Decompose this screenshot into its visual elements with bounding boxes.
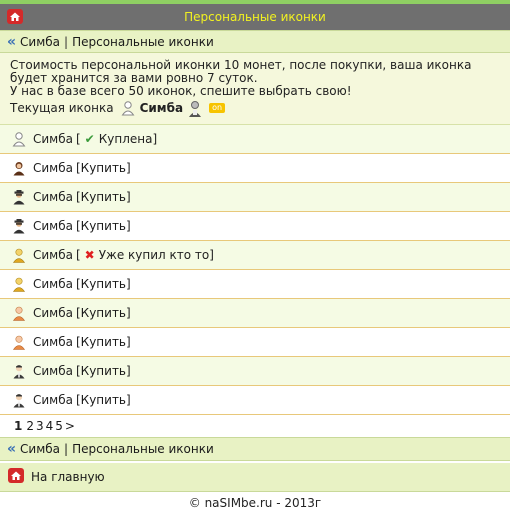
spy-user-icon (11, 189, 27, 205)
icon-list: Симба[✔ Куплена] Симба [Купить] Симба [Купить… (0, 125, 510, 415)
user-name: Симба (33, 306, 73, 320)
buy-link[interactable]: Купить (81, 364, 126, 378)
breadcrumb: « Симба | Персональные иконки (0, 30, 510, 53)
home-nav-item[interactable]: На главную (0, 463, 510, 492)
buy-link[interactable]: Купить (81, 277, 126, 291)
current-icon-line: Текущая иконка Симба on (10, 100, 500, 117)
list-item: Симба[✔ Куплена] (0, 125, 510, 154)
home-icon (7, 467, 25, 487)
info-price-text: Стоимость персональной иконки 10 монет, … (10, 58, 472, 85)
user-name: Симба (33, 190, 73, 204)
orange-user-icon (11, 334, 27, 350)
user-name: Симба (33, 335, 73, 349)
buy-link[interactable]: Купить (81, 190, 126, 204)
status-bracket: [Купить] (75, 393, 131, 407)
breadcrumb-separator: | (64, 34, 69, 49)
home-link[interactable]: На главную (31, 470, 105, 484)
buy-link[interactable]: Купить (81, 306, 126, 320)
orange-user-icon (11, 305, 27, 321)
white-user-icon (120, 100, 136, 116)
user-name: Симба (33, 161, 73, 175)
pager-page-5[interactable]: 5 (55, 419, 63, 433)
user-name: Симба (33, 364, 73, 378)
status-bracket: [Купить] (75, 306, 131, 320)
status-bracket: [✔ Куплена] (75, 132, 158, 146)
buy-link[interactable]: Купить (81, 219, 126, 233)
pagination: 1 2 3 4 5 > (0, 415, 510, 437)
list-item: Симба [Купить] (0, 386, 510, 415)
double-chevron-left-icon[interactable]: « (7, 34, 16, 50)
breadcrumb-separator: | (64, 442, 69, 456)
dark-user-icon (11, 392, 27, 408)
on-badge: on (209, 103, 226, 113)
pager-page-4[interactable]: 4 (46, 419, 54, 433)
status-bracket: [Купить] (75, 277, 131, 291)
user-name: Симба (33, 248, 73, 262)
list-item: Симба [Купить] (0, 183, 510, 212)
pager-page-2[interactable]: 2 (26, 419, 34, 433)
dark-user-icon (11, 363, 27, 379)
gray-user-icon (187, 100, 203, 117)
status-text: Уже купил кто то (98, 248, 210, 262)
breadcrumb-page-link[interactable]: Персональные иконки (72, 35, 214, 49)
buy-link[interactable]: Купить (81, 393, 126, 407)
status-bracket: [Купить] (75, 335, 131, 349)
yellow-user-icon (11, 276, 27, 292)
list-item: Симба [Купить] (0, 357, 510, 386)
page-title: Персональные иконки (184, 10, 326, 24)
list-item: Симба [Купить] (0, 270, 510, 299)
list-item: Симба [Купить] (0, 154, 510, 183)
double-chevron-left-icon[interactable]: « (7, 441, 16, 457)
current-user-name: Симба (139, 100, 184, 115)
cross-icon: ✖ (84, 248, 95, 262)
check-icon: ✔ (84, 132, 95, 146)
current-icon-label: Текущая иконка (10, 100, 114, 115)
status-bracket: [Купить] (75, 219, 131, 233)
user-name: Симба (33, 277, 73, 291)
pager-page-3[interactable]: 3 (36, 419, 44, 433)
breadcrumb-user-link[interactable]: Симба (20, 35, 60, 49)
status-text: Куплена (98, 132, 153, 146)
list-item: Симба [Купить] (0, 212, 510, 241)
spy-user-icon (11, 218, 27, 234)
pager-current-page: 1 (14, 419, 23, 433)
buy-link[interactable]: Купить (81, 335, 126, 349)
list-item: Симба [Купить] (0, 299, 510, 328)
status-bracket: [Купить] (75, 190, 131, 204)
info-panel: Стоимость персональной иконки 10 монет, … (0, 53, 510, 125)
pager-next[interactable]: > (65, 419, 75, 433)
brown-hair-user-icon (11, 160, 27, 176)
breadcrumb-user-link[interactable]: Симба (20, 442, 60, 456)
user-name: Симба (33, 393, 73, 407)
status-bracket: [✖ Уже купил кто то] (75, 248, 214, 262)
breadcrumb-page-link[interactable]: Персональные иконки (72, 442, 214, 456)
buy-link[interactable]: Купить (81, 161, 126, 175)
breadcrumb-bottom: « Симба | Персональные иконки (0, 437, 510, 461)
user-name: Симба (33, 132, 73, 146)
info-count-text: У нас в базе всего 50 иконок, спешите вы… (10, 84, 352, 98)
list-item: Симба [Купить] (0, 328, 510, 357)
yellow-user-icon (11, 247, 27, 263)
status-bracket: [Купить] (75, 364, 131, 378)
status-bracket: [Купить] (75, 161, 131, 175)
white-user-icon (11, 131, 27, 147)
page-header: Персональные иконки (0, 4, 510, 30)
list-item: Симба[✖ Уже купил кто то] (0, 241, 510, 270)
footer-copyright: © naSIMbe.ru - 2013г (188, 496, 322, 510)
user-name: Симба (33, 219, 73, 233)
